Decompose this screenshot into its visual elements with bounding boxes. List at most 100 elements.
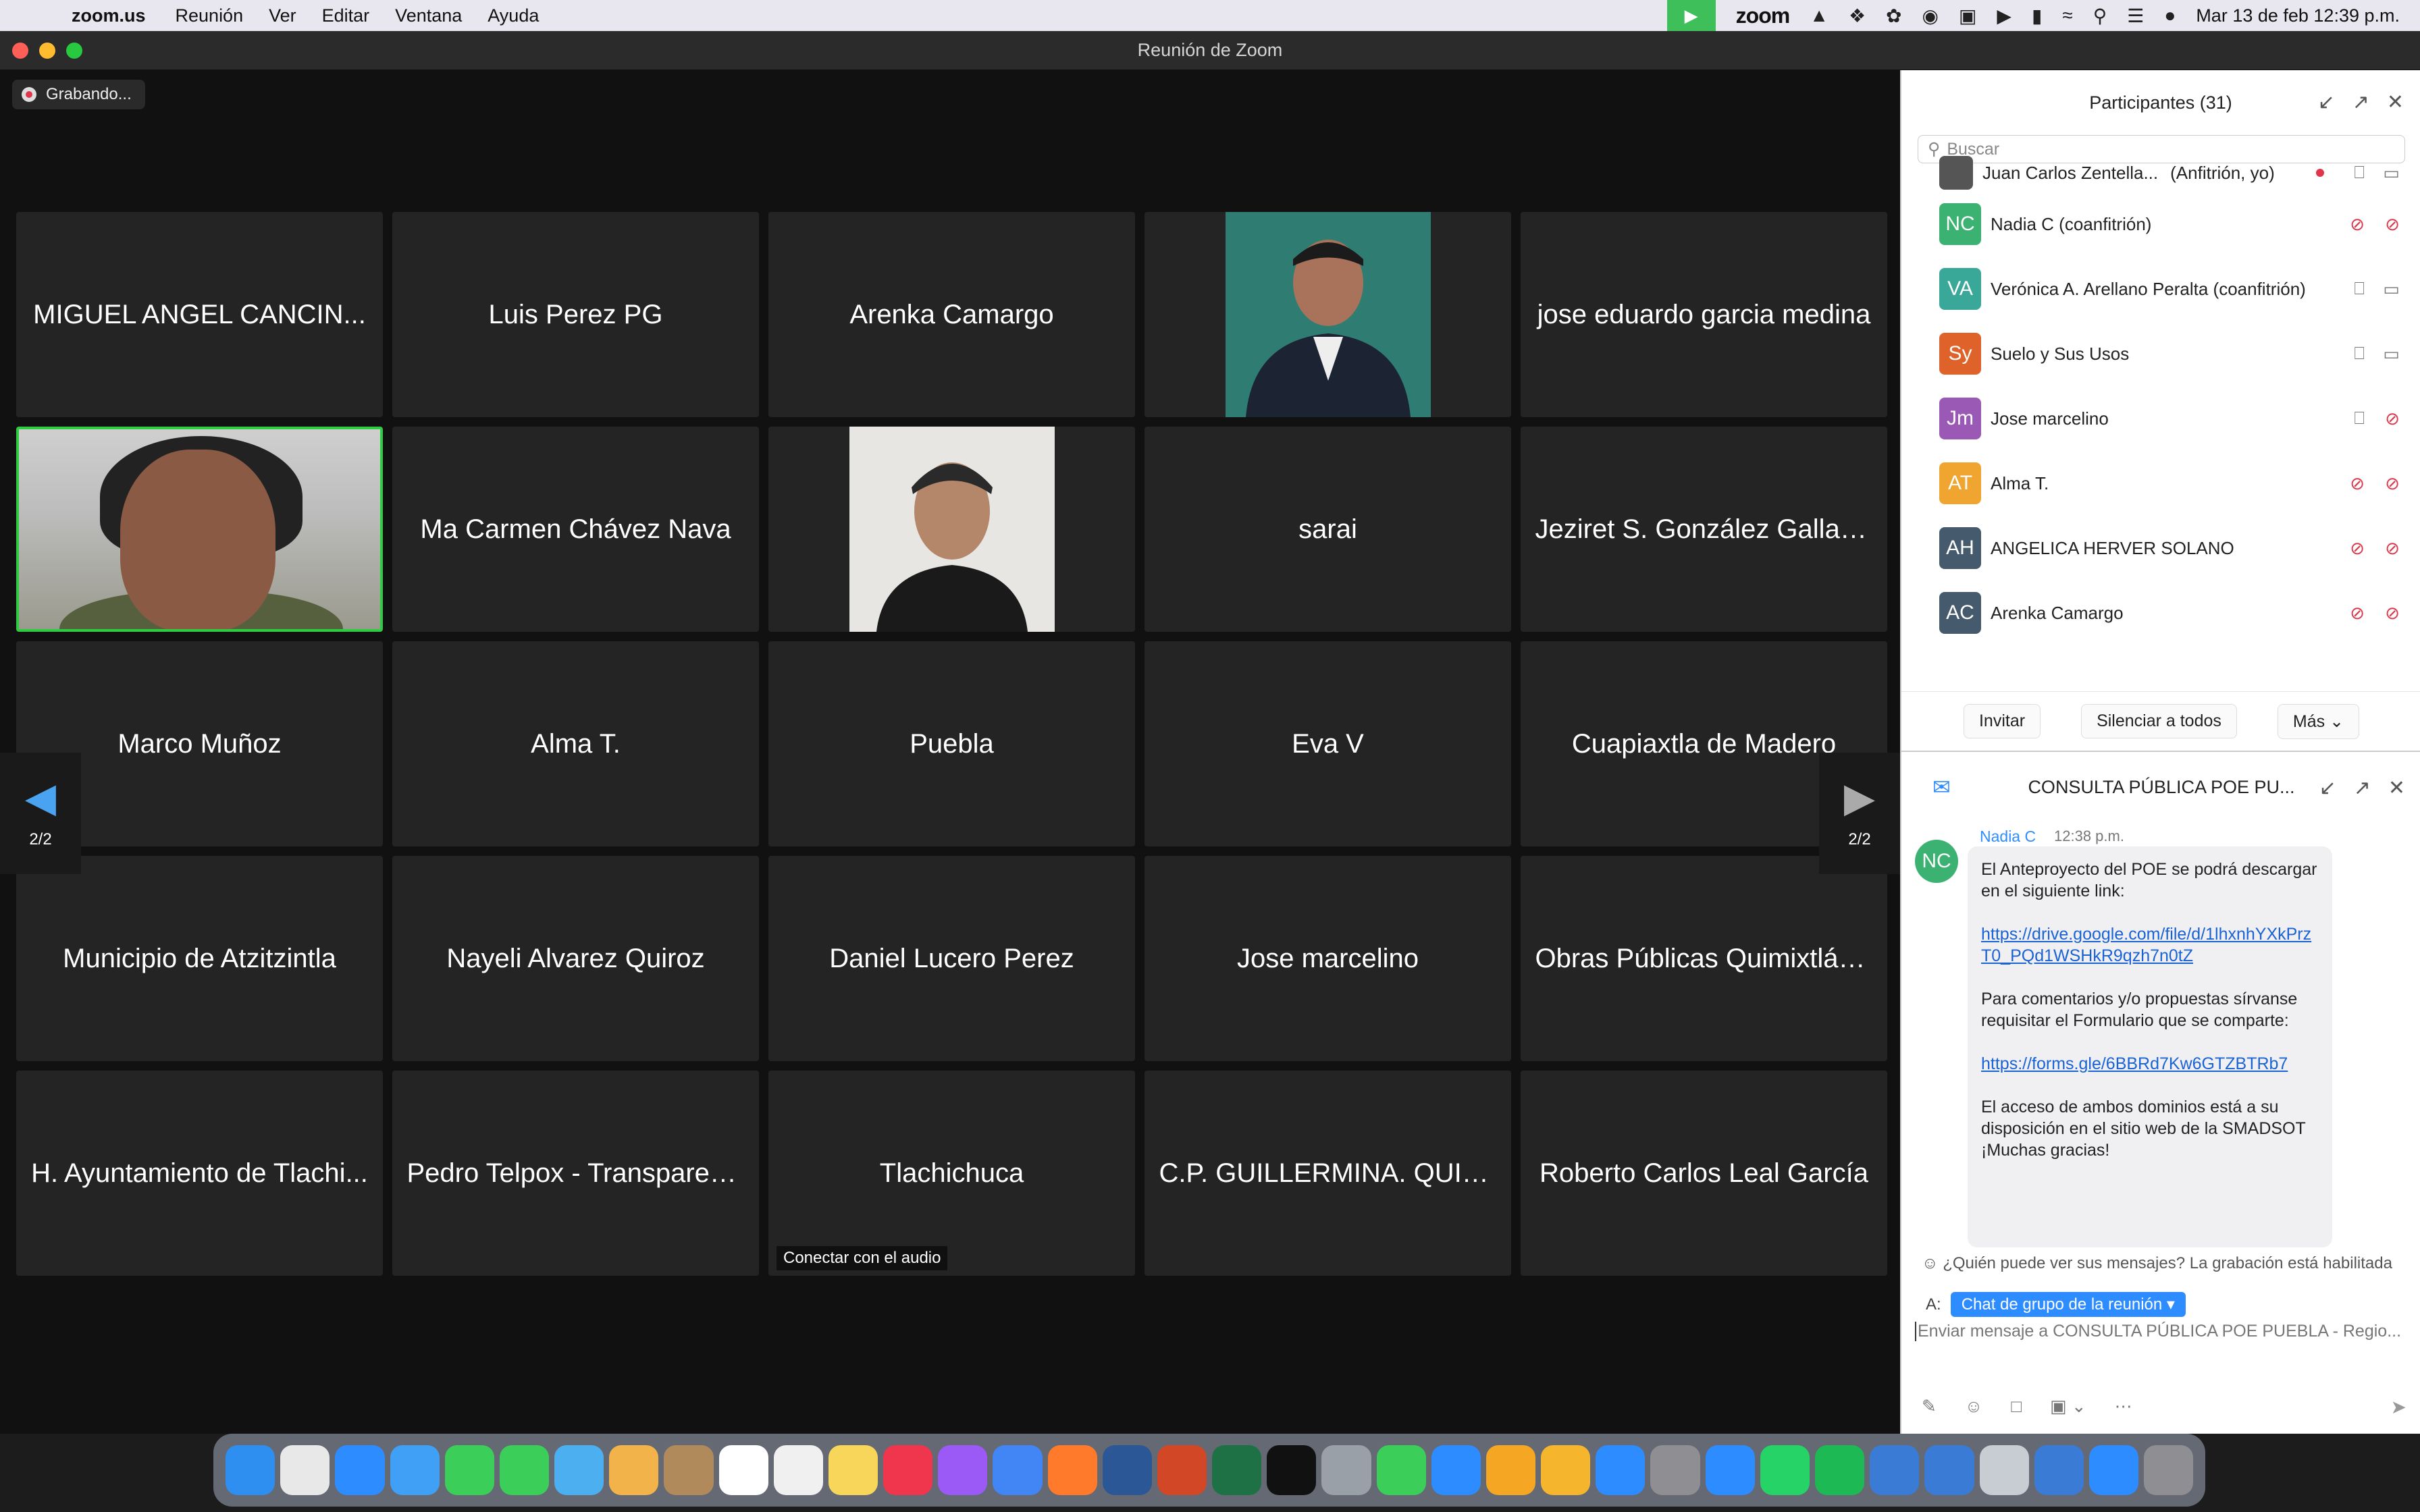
camera-icon[interactable]: ▣	[1959, 5, 1976, 27]
pages-icon[interactable]	[1485, 1445, 1536, 1495]
music-icon[interactable]	[883, 1445, 933, 1495]
mic-icon[interactable]: ⎕	[2354, 343, 2365, 364]
next-page-button[interactable]: ▶ 2/2	[1819, 753, 1900, 874]
send-icon[interactable]: ➤	[2391, 1396, 2406, 1418]
forms-link[interactable]: https://forms.gle/6BBRd7Kw6GTZBTRb7	[1981, 1054, 2288, 1073]
calendar-icon[interactable]	[718, 1445, 768, 1495]
maps-icon[interactable]	[554, 1445, 604, 1495]
popout-icon[interactable]: ↗	[2354, 776, 2371, 800]
mic-icon[interactable]: ⎕	[2354, 162, 2365, 184]
more-icon[interactable]: ⋯	[2115, 1396, 2132, 1417]
participant-tile[interactable]: Puebla	[768, 641, 1135, 846]
network-icon[interactable]	[2088, 1445, 2139, 1495]
camera-icon[interactable]: ▭	[2383, 279, 2400, 300]
play-icon[interactable]: ▶	[1997, 5, 2011, 27]
previous-page-button[interactable]: ◀ 2/2	[0, 753, 81, 874]
participant-tile[interactable]: Obras Públicas Quimixtlán...	[1521, 856, 1887, 1061]
camera-off-icon[interactable]: ⊘	[2385, 603, 2400, 624]
participant-row[interactable]: VA Verónica A. Arellano Peralta (coanfitr…	[1901, 256, 2420, 321]
format-icon[interactable]: ✎	[1922, 1396, 1937, 1417]
recipient-dropdown[interactable]: Chat de grupo de la reunión ▾	[1950, 1292, 2186, 1317]
search-icon[interactable]: ⚲	[2093, 5, 2107, 27]
whatsapp-icon[interactable]	[1760, 1445, 1810, 1495]
participant-tile[interactable]: Eva V	[1145, 641, 1511, 846]
chrome-icon[interactable]	[993, 1445, 1043, 1495]
participant-tile[interactable]: sarai	[1145, 427, 1511, 632]
mic-muted-icon[interactable]: ⊘	[2350, 538, 2365, 559]
camera-off-icon[interactable]: ⊘	[2385, 538, 2400, 559]
clock[interactable]: Mar 13 de feb 12:39 p.m.	[2196, 5, 2400, 26]
close-icon[interactable]: ✕	[2388, 776, 2405, 800]
reminders-icon[interactable]	[773, 1445, 823, 1495]
finder-icon[interactable]	[226, 1445, 275, 1495]
message-sender[interactable]: Nadia C	[1980, 828, 2036, 846]
mic-icon[interactable]: ⎕	[2354, 408, 2365, 429]
camera-icon[interactable]: ▭	[2383, 344, 2400, 364]
participant-tile[interactable]: Daniel Lucero Perez	[768, 856, 1135, 1061]
drive-link[interactable]: https://drive.google.com/file/d/1lhxnhYX…	[1981, 925, 2311, 965]
participant-tile[interactable]: MIGUEL ANGEL CANCIN...	[16, 212, 383, 417]
participant-tile[interactable]: Ma Carmen Chávez Nava	[392, 427, 759, 632]
menu-ayuda[interactable]: Ayuda	[488, 5, 539, 26]
final-cut-icon[interactable]	[1321, 1445, 1371, 1495]
keynote-icon[interactable]	[1431, 1445, 1481, 1495]
collapse-icon[interactable]: ↙	[2318, 90, 2335, 114]
launchpad-icon[interactable]	[280, 1445, 330, 1495]
contacts-icon[interactable]	[664, 1445, 714, 1495]
popout-icon[interactable]: ↗	[2352, 90, 2369, 114]
emoji-icon[interactable]: ☺	[1965, 1396, 1983, 1417]
settings-icon[interactable]	[1650, 1445, 1700, 1495]
trash-icon[interactable]	[2144, 1445, 2194, 1495]
recording-indicator[interactable]: Grabando...	[12, 80, 145, 109]
participant-tile[interactable]: Arenka Camargo	[768, 212, 1135, 417]
screenshot-icon[interactable]: ▣ ⌄	[2050, 1396, 2086, 1417]
photos-icon[interactable]	[609, 1445, 659, 1495]
word-icon[interactable]	[1102, 1445, 1152, 1495]
messages-icon[interactable]	[499, 1445, 550, 1495]
zoom-status-label[interactable]: zoom	[1736, 3, 1791, 28]
notes-icon[interactable]	[828, 1445, 878, 1495]
participant-row[interactable]: AT Alma T. ⊘ ⊘	[1901, 451, 2420, 516]
zoom-icon[interactable]	[1705, 1445, 1755, 1495]
participant-row[interactable]: NC Nadia C (coanfitrión) ⊘ ⊘	[1901, 192, 2420, 256]
menu-editar[interactable]: Editar	[322, 5, 370, 26]
participant-tile[interactable]	[16, 427, 383, 632]
participant-tile[interactable]: Municipio de Atzitzintla	[16, 856, 383, 1061]
mic-muted-icon[interactable]: ⊘	[2350, 603, 2365, 624]
dropbox-icon[interactable]: ❖	[1849, 5, 1866, 27]
battery-icon[interactable]: ▮	[2032, 5, 2042, 27]
participant-row[interactable]: AH ANGELICA HERVER SOLANO ⊘ ⊘	[1901, 516, 2420, 580]
participant-tile[interactable]: Jeziret S. González Gallardo	[1521, 427, 1887, 632]
firefox-icon[interactable]	[1047, 1445, 1097, 1495]
menu-ver[interactable]: Ver	[269, 5, 296, 26]
chat-message-input[interactable]: Enviar mensaje a CONSULTA PÚBLICA POE PU…	[1915, 1322, 2408, 1341]
arc-icon[interactable]	[2034, 1445, 2084, 1495]
connect-audio-badge[interactable]: Conectar con el audio	[777, 1246, 948, 1270]
pencil-app-icon[interactable]	[1541, 1445, 1591, 1495]
participant-tile[interactable]: Alma T.	[392, 641, 759, 846]
participant-row[interactable]: AC Arenka Camargo ⊘ ⊘	[1901, 580, 2420, 645]
more-button[interactable]: Más ⌄	[2277, 703, 2360, 739]
participant-tile[interactable]: H. Ayuntamiento de Tlachi...	[16, 1071, 383, 1276]
wifi-icon[interactable]: ≈	[2062, 5, 2072, 26]
mail-icon[interactable]	[390, 1445, 440, 1495]
participant-tile[interactable]: Tlachichuca Conectar con el audio	[768, 1071, 1135, 1276]
participant-tile[interactable]: Luis Perez PG	[392, 212, 759, 417]
spinner-icon[interactable]: ✿	[1886, 5, 1901, 27]
participant-tile[interactable]: jose eduardo garcia medina	[1521, 212, 1887, 417]
mic-muted-icon[interactable]: ⊘	[2350, 473, 2365, 494]
excel-icon[interactable]	[1212, 1445, 1262, 1495]
spotify-status-icon[interactable]: ◉	[1922, 5, 1939, 27]
chat-visibility-note[interactable]: ☺ ¿Quién puede ver sus mensajes? La grab…	[1922, 1254, 2392, 1273]
participant-tile[interactable]: Pedro Telpox - Transparen...	[392, 1071, 759, 1276]
camera-off-icon[interactable]: ⊘	[2385, 473, 2400, 494]
participant-tile[interactable]: Roberto Carlos Leal García	[1521, 1071, 1887, 1276]
menu-reunion[interactable]: Reunión	[176, 5, 244, 26]
podcasts-icon[interactable]	[938, 1445, 988, 1495]
preview-icon[interactable]	[1979, 1445, 2029, 1495]
safari-icon[interactable]	[335, 1445, 385, 1495]
camera-off-icon[interactable]: ⊘	[2385, 214, 2400, 235]
facetime-icon[interactable]	[444, 1445, 494, 1495]
powerpoint-icon[interactable]	[1157, 1445, 1207, 1495]
participant-tile[interactable]	[768, 427, 1135, 632]
